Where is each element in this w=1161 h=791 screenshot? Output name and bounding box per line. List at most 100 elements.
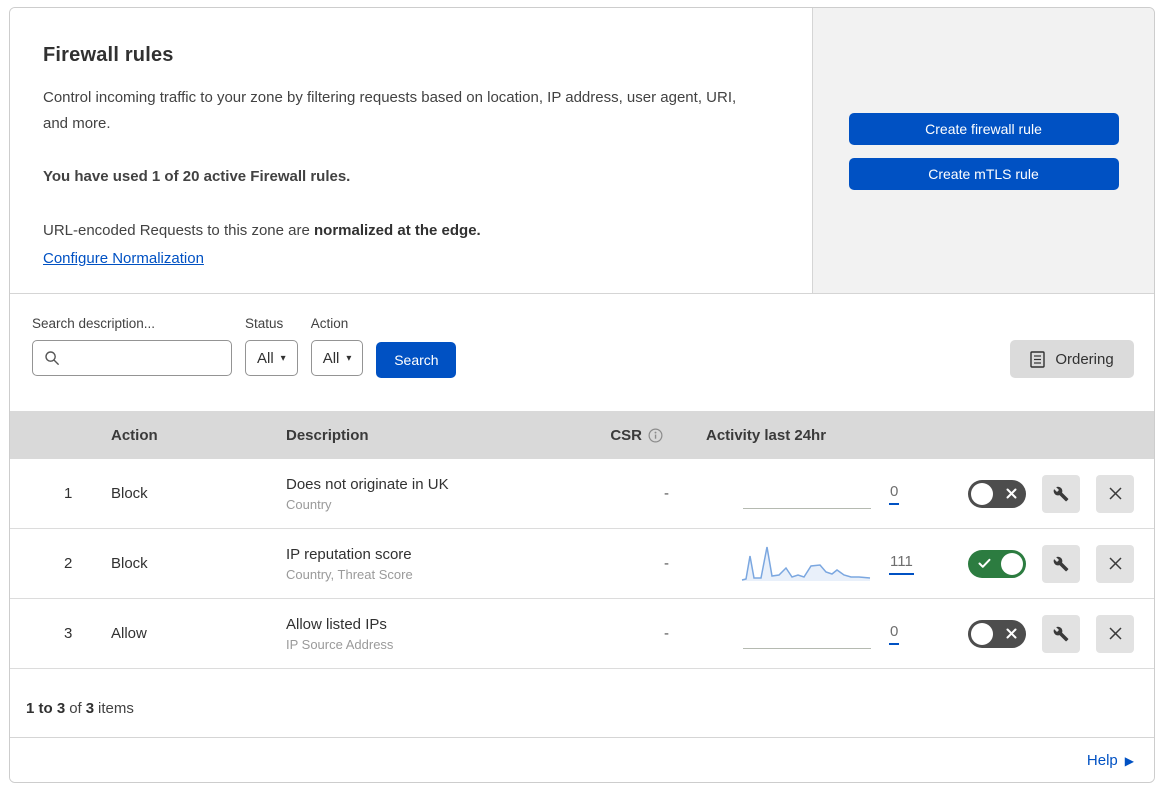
check-icon: [978, 550, 991, 578]
rule-action: Block: [111, 485, 148, 502]
create-firewall-rule-button[interactable]: Create firewall rule: [848, 113, 1119, 145]
rule-description-cell: Allow listed IPs IP Source Address: [286, 616, 601, 652]
pagination-total: 3: [85, 700, 95, 717]
page-title: Firewall rules: [43, 44, 174, 66]
actions-panel: Create firewall rule Create mTLS rule: [813, 8, 1154, 293]
rule-controls: [931, 544, 1154, 583]
enable-toggle[interactable]: [968, 549, 1026, 578]
chevron-down-icon: ▾: [280, 353, 286, 364]
rule-controls: [931, 474, 1154, 513]
rule-description: IP reputation score: [286, 545, 412, 563]
rule-description: Allow listed IPs: [286, 615, 387, 633]
wrench-icon: [1053, 486, 1069, 502]
wrench-icon: [1053, 556, 1069, 572]
info-icon[interactable]: [648, 428, 663, 443]
rule-action: Block: [111, 555, 148, 572]
intro-panel: Firewall rules Control incoming traffic …: [10, 8, 813, 293]
rule-csr: -: [664, 485, 669, 502]
status-dropdown[interactable]: All ▾: [245, 340, 298, 376]
pagination-bar: 1 to 3 of 3 items: [10, 669, 1154, 738]
action-label: Action: [310, 316, 349, 331]
search-button[interactable]: Search: [376, 342, 457, 378]
header-section: Firewall rules Control incoming traffic …: [10, 8, 1154, 294]
pagination-items: items: [98, 700, 134, 717]
action-value: All: [322, 349, 340, 367]
header-action: Action: [111, 426, 158, 444]
rule-csr: -: [664, 555, 669, 572]
delete-rule-button[interactable]: [1096, 614, 1134, 653]
header-activity: Activity last 24hr: [706, 426, 827, 444]
header-csr-label: CSR: [610, 426, 642, 444]
pagination-range: 1 to 3: [26, 700, 66, 717]
rule-fields: IP Source Address: [286, 636, 394, 652]
rule-description-cell: IP reputation score Country, Threat Scor…: [286, 546, 601, 582]
table-header: Action Description CSR Activity last 24h…: [10, 411, 1154, 459]
rule-fields: Country, Threat Score: [286, 566, 413, 582]
arrow-right-icon: ▶: [1124, 753, 1134, 768]
normalization-text: URL-encoded Requests to this zone are no…: [43, 218, 752, 244]
firewall-rules-card: Firewall rules Control incoming traffic …: [9, 7, 1155, 783]
search-box[interactable]: [32, 340, 232, 376]
rule-csr: -: [664, 625, 669, 642]
table-row: 1 Block Does not originate in UK Country…: [10, 459, 1154, 529]
help-link-label: Help: [1086, 752, 1118, 769]
search-icon: [44, 350, 60, 366]
edit-rule-button[interactable]: [1042, 474, 1080, 513]
status-label: Status: [245, 316, 284, 331]
activity-sparkline: [741, 474, 871, 514]
rule-action: Allow: [111, 625, 147, 642]
cross-icon: [1006, 620, 1017, 648]
wrench-icon: [1053, 626, 1069, 642]
search-description-label: Search description...: [32, 316, 156, 331]
activity-count-link[interactable]: 0: [889, 623, 900, 645]
activity-sparkline: [741, 544, 871, 584]
edit-rule-button[interactable]: [1042, 544, 1080, 583]
header-csr: CSR: [610, 427, 701, 444]
rule-description: Does not originate in UK: [286, 475, 449, 493]
action-dropdown[interactable]: All ▾: [310, 340, 364, 376]
search-input[interactable]: [68, 350, 223, 366]
chevron-down-icon: ▾: [346, 353, 352, 364]
delete-rule-button[interactable]: [1096, 474, 1134, 513]
create-mtls-rule-button[interactable]: Create mTLS rule: [848, 158, 1119, 190]
enable-toggle[interactable]: [968, 619, 1026, 648]
status-value: All: [257, 349, 274, 367]
toggle-knob: [1001, 552, 1023, 575]
enable-toggle[interactable]: [968, 479, 1026, 508]
rule-description-cell: Does not originate in UK Country: [286, 476, 601, 512]
rule-activity-cell: 0: [701, 474, 931, 514]
activity-sparkline: [741, 614, 871, 654]
toggle-knob: [971, 482, 993, 505]
delete-rule-button[interactable]: [1096, 544, 1134, 583]
rule-priority: 2: [64, 555, 73, 572]
x-icon: [1108, 626, 1123, 641]
page-description: Control incoming traffic to your zone by…: [43, 89, 737, 133]
rule-priority: 1: [64, 485, 73, 502]
edit-rule-button[interactable]: [1042, 614, 1080, 653]
rule-controls: [931, 614, 1154, 653]
toggle-knob: [971, 622, 993, 645]
table-row: 3 Allow Allow listed IPs IP Source Addre…: [10, 599, 1154, 669]
help-link[interactable]: Help ▶: [1087, 752, 1134, 769]
rule-activity-cell: 0: [701, 614, 931, 654]
x-icon: [1108, 556, 1123, 571]
header-description: Description: [286, 426, 369, 444]
rule-activity-cell: 111: [701, 544, 931, 584]
pagination-of: of: [69, 700, 82, 717]
ordering-button[interactable]: Ordering: [1010, 340, 1134, 378]
ordering-list-icon: [1030, 350, 1046, 368]
rule-fields: Country: [286, 496, 332, 512]
normalization-bold: normalized at the edge.: [314, 221, 481, 239]
ordering-button-label: Ordering: [1055, 350, 1114, 368]
usage-text: You have used 1 of 20 active Firewall ru…: [43, 167, 351, 185]
activity-count-link[interactable]: 0: [889, 483, 900, 505]
cross-icon: [1006, 480, 1017, 508]
rule-priority: 3: [64, 625, 73, 642]
x-icon: [1108, 486, 1123, 501]
help-bar: Help ▶: [10, 738, 1154, 782]
activity-count-link[interactable]: 111: [889, 553, 914, 575]
normalization-prefix: URL-encoded Requests to this zone are: [43, 221, 314, 239]
table-row: 2 Block IP reputation score Country, Thr…: [10, 529, 1154, 599]
configure-normalization-link[interactable]: Configure Normalization: [43, 250, 204, 267]
filter-bar: Search description... Status All ▾ Actio…: [10, 294, 1154, 411]
